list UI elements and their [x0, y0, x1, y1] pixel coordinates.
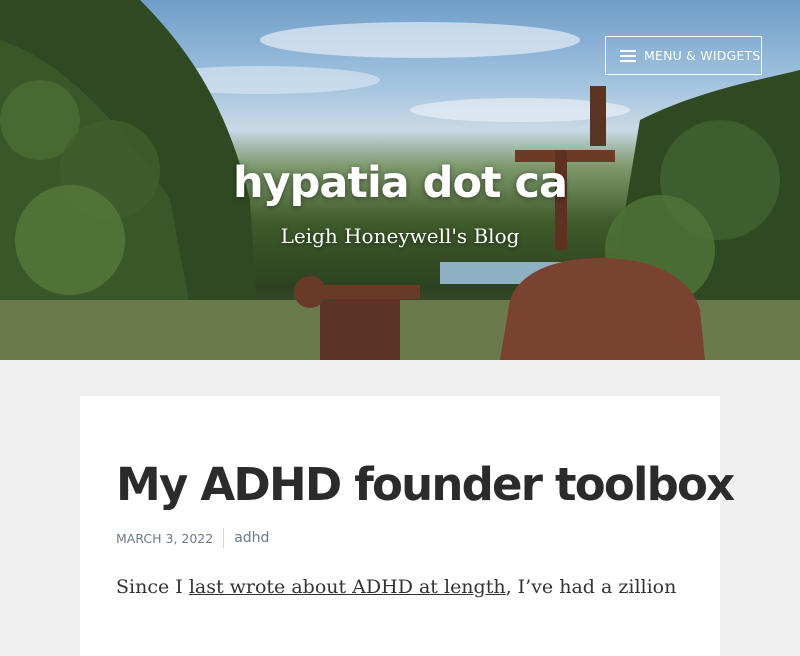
post-excerpt: Since I last wrote about ADHD at length,…	[116, 576, 676, 598]
post-title[interactable]: My ADHD founder toolbox	[116, 458, 735, 511]
post-card: My ADHD founder toolbox MARCH 3, 2022 ad…	[80, 396, 735, 656]
excerpt-text-before: Since I	[116, 576, 189, 598]
site-description: Leigh Honeywell's Blog	[280, 224, 520, 248]
menu-widgets-button[interactable]: MENU & WIDGETS	[605, 36, 762, 75]
meta-divider	[223, 528, 225, 548]
post-date[interactable]: MARCH 3, 2022	[116, 531, 213, 546]
header-hero-image: MENU & WIDGETS hypatia dot ca Leigh Hone…	[0, 0, 800, 360]
site-title[interactable]: hypatia dot ca	[0, 158, 800, 208]
hamburger-icon	[620, 49, 636, 62]
excerpt-link[interactable]: last wrote about ADHD at length	[189, 576, 506, 598]
post-meta: MARCH 3, 2022 adhd	[116, 528, 269, 548]
excerpt-text-after: , I’ve had a zillion	[505, 576, 677, 598]
menu-widgets-label: MENU & WIDGETS	[644, 48, 761, 63]
post-category[interactable]: adhd	[234, 530, 269, 546]
